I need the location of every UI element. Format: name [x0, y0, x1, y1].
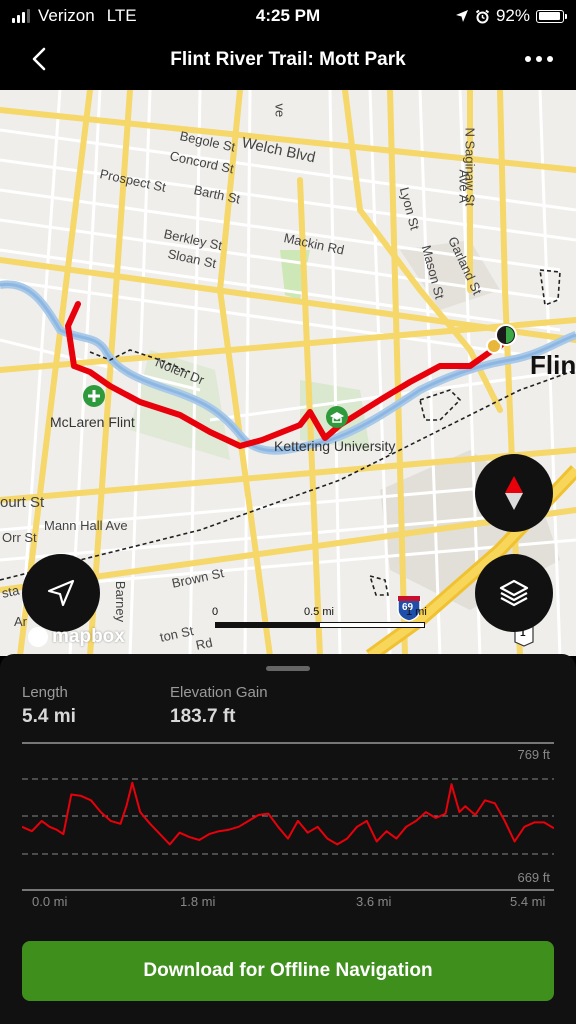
street-label: Orr St — [2, 530, 37, 545]
status-right: 92% — [455, 6, 567, 26]
mapbox-attribution[interactable]: mapbox — [28, 626, 125, 648]
y-tick-min: 669 ft — [517, 870, 550, 885]
x-tick-1: 1.8 mi — [180, 894, 216, 909]
back-button[interactable] — [24, 44, 54, 74]
y-tick-max: 769 ft — [517, 747, 550, 762]
length-label: Length — [22, 684, 68, 701]
length-value: 5.4 mi — [22, 706, 76, 727]
compass-button[interactable] — [475, 454, 553, 532]
poi-label-university: Kettering University — [274, 438, 396, 454]
drag-handle[interactable] — [266, 666, 310, 671]
alarm-icon — [475, 9, 490, 23]
street-label: N Saginaw St — [462, 127, 478, 207]
scale-mid: 0.5 mi — [304, 606, 334, 618]
university-icon[interactable] — [326, 406, 348, 428]
status-bar: Verizon LTE 4:25 PM 92% — [0, 0, 576, 32]
more-button[interactable] — [522, 44, 556, 74]
compass-icon — [505, 476, 523, 510]
mapbox-text: mapbox — [52, 626, 125, 647]
hospital-icon[interactable] — [83, 385, 105, 407]
elevation-label: Elevation Gain — [170, 684, 268, 701]
street-label: Mann Hall Ave — [44, 518, 128, 533]
street-label: ve — [272, 103, 288, 118]
nav-bar: Flint River Trail: Mott Park — [0, 32, 576, 90]
scale-start: 0 — [212, 606, 219, 618]
trail-map[interactable]: Begole St Welch Blvd Concord St Prospect… — [0, 90, 576, 656]
more-dots-icon — [525, 56, 553, 62]
battery-percent: 92% — [495, 6, 530, 25]
street-label: ourt St — [0, 494, 45, 511]
trail-details-panel: Length 5.4 mi Elevation Gain 183.7 ft 76… — [0, 654, 576, 1024]
locate-button[interactable] — [22, 554, 100, 632]
chevron-left-icon — [32, 47, 46, 71]
x-tick-0: 0.0 mi — [32, 894, 68, 909]
layers-button[interactable] — [475, 554, 553, 632]
street-label: Barney — [113, 580, 129, 623]
x-tick-2: 3.6 mi — [356, 894, 392, 909]
x-tick-3: 5.4 mi — [510, 894, 546, 909]
mapbox-logo-icon — [28, 627, 48, 647]
download-offline-button[interactable]: Download for Offline Navigation — [22, 941, 554, 1001]
elevation-value: 183.7 ft — [170, 706, 236, 727]
layers-icon — [499, 579, 529, 607]
street-label: Ar — [14, 614, 27, 629]
city-label: Flint — [530, 350, 576, 380]
page-title: Flint River Trail: Mott Park — [170, 49, 406, 70]
location-arrow-icon — [47, 579, 75, 607]
elevation-line — [22, 781, 554, 846]
battery-icon — [536, 9, 567, 23]
elevation-profile-chart — [22, 742, 554, 891]
location-arrow-icon — [455, 10, 468, 22]
map-scale: 0 0.5 mi 1 mi — [212, 606, 428, 636]
scale-end: 1 mi — [406, 606, 427, 618]
poi-label-hospital: McLaren Flint — [50, 414, 135, 430]
